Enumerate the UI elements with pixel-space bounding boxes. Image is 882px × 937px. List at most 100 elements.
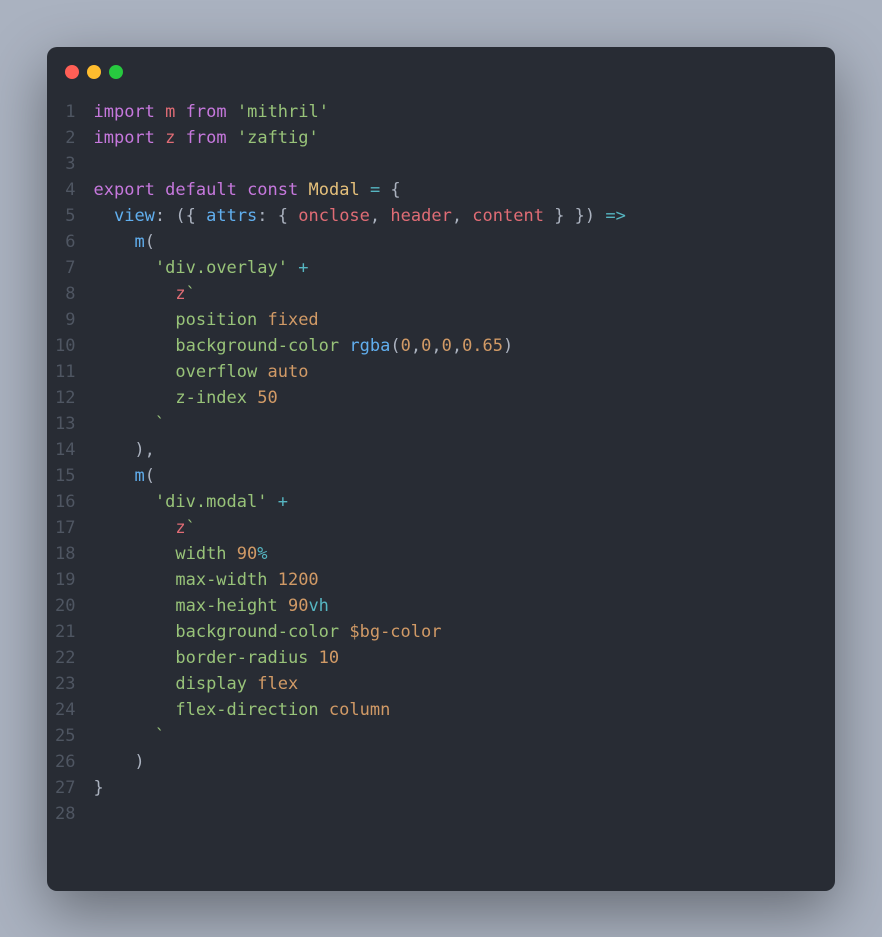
token: flex-direction [93,700,328,720]
maximize-icon[interactable] [109,65,123,79]
code-line[interactable]: 'div.overlay' + [93,255,835,281]
token [288,258,298,278]
token: background-color [93,622,349,642]
token: 1200 [278,570,319,590]
token: % [257,544,267,564]
code-line[interactable]: display flex [93,671,835,697]
code-line[interactable]: view: ({ attrs: { onclose, header, conte… [93,203,835,229]
line-number: 20 [55,593,75,619]
code-line[interactable]: position fixed [93,307,835,333]
token: column [329,700,390,720]
token: m [165,102,175,122]
code-line[interactable]: max-width 1200 [93,567,835,593]
code-line[interactable]: ` [93,723,835,749]
token [93,258,154,278]
token: fixed [267,310,318,330]
token: const [247,180,298,200]
token: 50 [257,388,277,408]
code-line[interactable]: border-radius 10 [93,645,835,671]
code-line[interactable] [93,801,835,827]
token: z [175,284,185,304]
code-line[interactable]: } [93,775,835,801]
code-editor[interactable]: 1234567891011121314151617181920212223242… [47,89,835,847]
line-number: 28 [55,801,75,827]
token [93,492,154,512]
token: auto [267,362,308,382]
code-line[interactable]: z-index 50 [93,385,835,411]
token [268,492,278,512]
code-line[interactable]: ) [93,749,835,775]
line-number: 4 [55,177,75,203]
editor-window: 1234567891011121314151617181920212223242… [47,47,835,891]
token: export [93,180,154,200]
token: m [134,466,144,486]
token: ( [390,336,400,356]
code-line[interactable]: background-color rgba(0,0,0,0.65) [93,333,835,359]
token: rgba [349,336,390,356]
titlebar [47,47,835,89]
token: background-color [93,336,349,356]
token [93,414,154,434]
token: 0 [421,336,431,356]
token: max-height [93,596,287,616]
token: 90 [288,596,308,616]
token: import [93,102,154,122]
token: Modal [309,180,360,200]
token [227,102,237,122]
code-line[interactable]: m( [93,229,835,255]
token: = [370,180,380,200]
line-number: 12 [55,385,75,411]
token: vh [308,596,328,616]
token: + [278,492,288,512]
token [298,180,308,200]
code-line[interactable] [93,151,835,177]
code-line[interactable]: export default const Modal = { [93,177,835,203]
line-number: 13 [55,411,75,437]
code-content[interactable]: import m from 'mithril'import z from 'za… [93,99,835,827]
line-number: 7 [55,255,75,281]
token: ( [145,232,155,252]
code-line[interactable]: background-color $bg-color [93,619,835,645]
line-number: 23 [55,671,75,697]
code-line[interactable]: ` [93,411,835,437]
token: , [411,336,421,356]
token: 'div.overlay' [155,258,288,278]
token: header [390,206,451,226]
code-line[interactable]: m( [93,463,835,489]
token: ` [186,518,196,538]
token: 0 [401,336,411,356]
code-line[interactable]: overflow auto [93,359,835,385]
token [360,180,370,200]
line-number: 26 [55,749,75,775]
line-number: 6 [55,229,75,255]
token: ) [503,336,513,356]
code-line[interactable]: import z from 'zaftig' [93,125,835,151]
line-number: 16 [55,489,75,515]
line-number: 5 [55,203,75,229]
token: from [186,102,227,122]
line-number: 27 [55,775,75,801]
token: z-index [93,388,257,408]
code-line[interactable]: z` [93,515,835,541]
token: border-radius [93,648,318,668]
line-number: 14 [55,437,75,463]
token: overflow [93,362,267,382]
line-number: 18 [55,541,75,567]
code-line[interactable]: z` [93,281,835,307]
code-line[interactable]: import m from 'mithril' [93,99,835,125]
code-line[interactable]: ), [93,437,835,463]
line-number: 2 [55,125,75,151]
minimize-icon[interactable] [87,65,101,79]
token: ( [145,466,155,486]
close-icon[interactable] [65,65,79,79]
token: view [114,206,155,226]
code-line[interactable]: width 90% [93,541,835,567]
code-line[interactable]: max-height 90vh [93,593,835,619]
code-line[interactable]: 'div.modal' + [93,489,835,515]
token: ), [93,440,154,460]
token: default [165,180,237,200]
token: display [93,674,257,694]
code-line[interactable]: flex-direction column [93,697,835,723]
token: : ({ [155,206,206,226]
token [155,180,165,200]
